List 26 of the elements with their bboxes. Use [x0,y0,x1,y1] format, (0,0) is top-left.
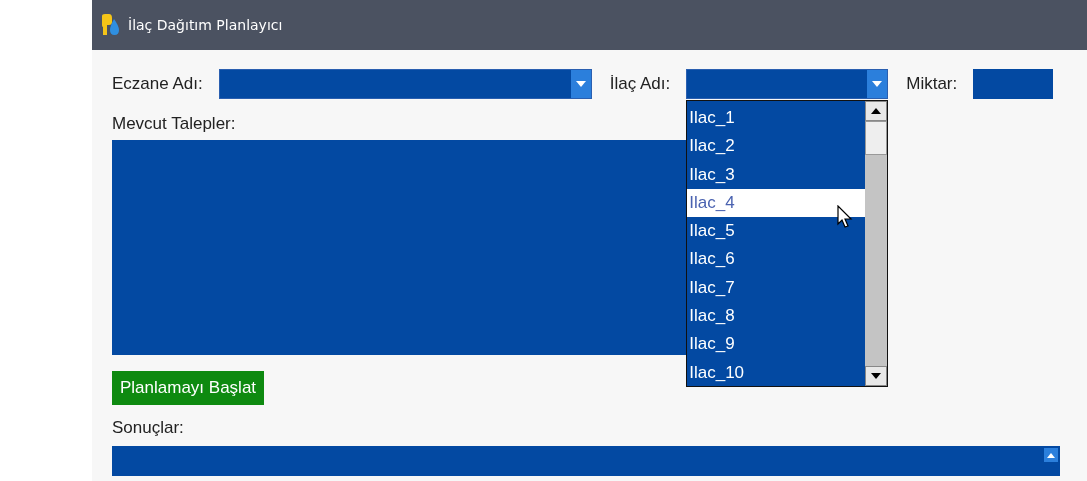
field-label: Miktar: [906,74,958,94]
window-title: İlaç Dağıtım Planlayıcı [128,17,283,33]
scroll-up-icon[interactable] [865,101,888,121]
dropdown-option[interactable]: Ilac_2 [687,132,866,161]
field-label: Eczane Adı: [112,74,203,94]
field-label: İlaç Adı: [609,74,671,94]
input-field[interactable] [973,69,1054,99]
dropdown-option[interactable]: Ilac_5 [687,217,866,246]
dropdown-field[interactable] [686,69,889,99]
section-label: Mevcut Talepler: [112,114,236,134]
start-planning-button[interactable]: Planlamayı Başlat [112,371,265,405]
dropdown-option[interactable]: Ilac_3 [687,160,866,189]
dropdown-option[interactable]: Ilac_10 [687,358,866,387]
scroll-down-icon[interactable] [865,366,888,386]
logo-icon [100,13,120,37]
dropdown-option[interactable]: Ilac_7 [687,273,866,303]
dropdown-option[interactable]: Ilac_9 [687,330,866,359]
section-label: Sonuçlar: [112,418,184,438]
mouse-pointer-icon [837,205,854,229]
dropdown-option[interactable]: Ilac_1 [687,104,866,133]
scrollbar[interactable] [865,101,888,386]
dropdown-option[interactable]: Ilac_8 [687,302,866,331]
dropdown-option[interactable]: Ilac_4 [687,188,866,218]
dropdown-field[interactable] [218,69,592,99]
dropdown-option[interactable]: Ilac_6 [687,245,866,274]
scroll-thumb[interactable] [865,121,888,155]
